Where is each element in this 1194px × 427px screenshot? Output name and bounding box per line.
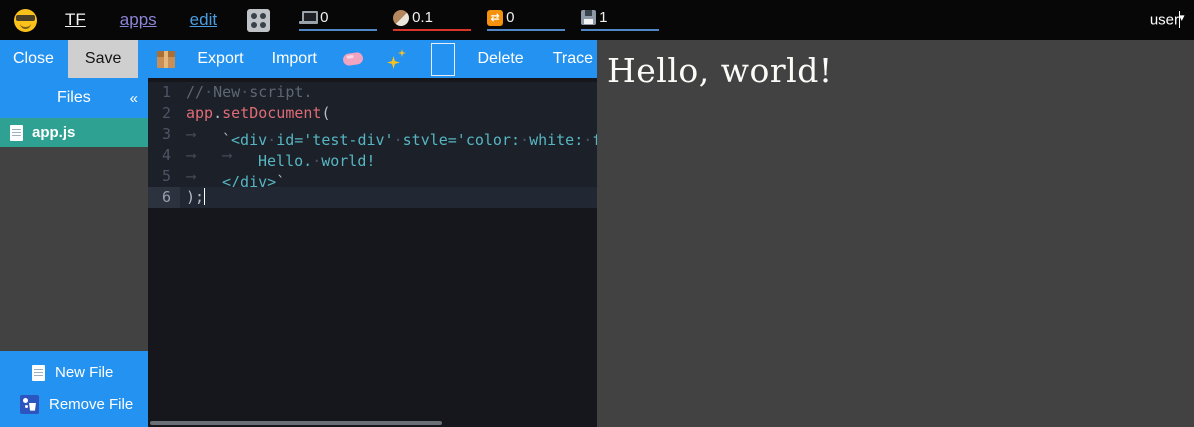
code-text: //·New·script. (180, 82, 597, 103)
line-number: 2 (148, 103, 180, 124)
user-menu[interactable]: user▾ (1150, 11, 1180, 30)
floppy-disk-icon (581, 10, 596, 25)
delete-button[interactable]: Delete (473, 50, 527, 68)
code-line[interactable]: 6); (148, 187, 597, 208)
editor-column: Close Save Export Import Delete Trace Fi… (0, 40, 597, 427)
stat-field-hamster[interactable]: 0.1 (393, 9, 471, 31)
line-number: 6 (148, 187, 180, 208)
preview-pane: Hello, world! (597, 40, 1194, 427)
code-editor[interactable]: 1//·New·script.2app.setDocument(3⟶`<div·… (148, 78, 597, 427)
line-number: 3 (148, 124, 180, 145)
code-line[interactable]: 3⟶`<div·id='test-div'·style='color:·whit… (148, 124, 597, 145)
import-button[interactable]: Import (268, 50, 321, 68)
nav-link-tf[interactable]: TF (65, 10, 86, 30)
trace-button[interactable]: Trace (549, 50, 597, 68)
code-line[interactable]: 5⟶</div>` (148, 166, 597, 187)
code-line[interactable]: 4⟶⟶Hello,·world! (148, 145, 597, 166)
nav-link-apps[interactable]: apps (120, 10, 157, 30)
new-file-label: New File (55, 364, 113, 381)
code-line[interactable]: 1//·New·script. (148, 82, 597, 103)
preview-heading: Hello, world! (607, 51, 1194, 90)
code-lines: 1//·New·script.2app.setDocument(3⟶`<div·… (148, 78, 597, 208)
file-name: app.js (32, 124, 75, 141)
code-text: ); (180, 187, 597, 208)
file-list-empty-space (0, 147, 148, 351)
sidebar-actions: New File Remove File (0, 351, 148, 427)
files-header: Files « (0, 78, 148, 118)
new-file-icon (32, 365, 45, 381)
text-caret (204, 188, 205, 205)
editor-body: Files « app.js New File (0, 78, 597, 427)
horizontal-scrollbar[interactable] (150, 421, 442, 425)
line-number: 4 (148, 145, 180, 166)
hamster-icon (393, 10, 409, 26)
document-icon (10, 125, 23, 141)
sparkles-button[interactable] (387, 49, 407, 69)
soap-button[interactable] (343, 53, 363, 65)
editor-toolbar: Close Save Export Import Delete Trace (0, 40, 597, 78)
close-button[interactable]: Close (9, 50, 58, 68)
trash-icon (20, 395, 39, 414)
code-text: ⟶⟶Hello,·world! (180, 145, 597, 166)
line-number: 5 (148, 166, 180, 187)
stat-field-cpu[interactable]: 0 (299, 9, 377, 31)
code-text: ⟶</div>` (180, 166, 597, 187)
user-menu-label: user (1150, 11, 1179, 28)
home-emoji-button[interactable] (14, 9, 37, 32)
remove-file-button[interactable]: Remove File (0, 395, 148, 414)
collapse-sidebar-button[interactable]: « (130, 90, 148, 107)
chevron-down-icon: ▾ (1179, 11, 1180, 28)
sparkles-icon (387, 49, 407, 69)
line-number: 1 (148, 82, 180, 103)
remove-file-label: Remove File (49, 396, 133, 413)
code-line[interactable]: 2app.setDocument( (148, 103, 597, 124)
nav-link-edit[interactable]: edit (190, 10, 217, 30)
topbar: TF apps edit 0 0.1 0 1 user▾ (0, 0, 1194, 40)
save-button[interactable]: Save (68, 40, 138, 78)
stat-value: 0 (320, 9, 328, 26)
files-title: Files (0, 89, 130, 107)
stat-value: 0.1 (412, 9, 433, 26)
stat-value: 1 (599, 9, 607, 26)
new-file-button[interactable]: New File (0, 364, 148, 381)
code-text: ⟶`<div·id='test-div'·style='color:·white… (180, 124, 597, 145)
file-item-appjs[interactable]: app.js (0, 118, 148, 147)
package-button[interactable] (157, 51, 175, 68)
stat-value: 0 (506, 9, 514, 26)
stat-field-repeat[interactable]: 0 (487, 9, 565, 31)
package-icon (157, 51, 175, 68)
stat-field-saves[interactable]: 1 (581, 9, 659, 31)
code-text: app.setDocument( (180, 103, 597, 124)
export-button[interactable]: Export (193, 50, 247, 68)
control-knobs-icon[interactable] (247, 9, 270, 32)
repeat-icon (487, 10, 503, 26)
sunglasses-emoji-icon (14, 9, 37, 32)
empty-button[interactable] (431, 43, 455, 76)
laptop-icon (299, 11, 317, 24)
soap-icon (342, 52, 363, 67)
app-window: TF apps edit 0 0.1 0 1 user▾ Close (0, 0, 1194, 427)
main-area: Close Save Export Import Delete Trace Fi… (0, 40, 1194, 427)
files-sidebar: Files « app.js New File (0, 78, 148, 427)
